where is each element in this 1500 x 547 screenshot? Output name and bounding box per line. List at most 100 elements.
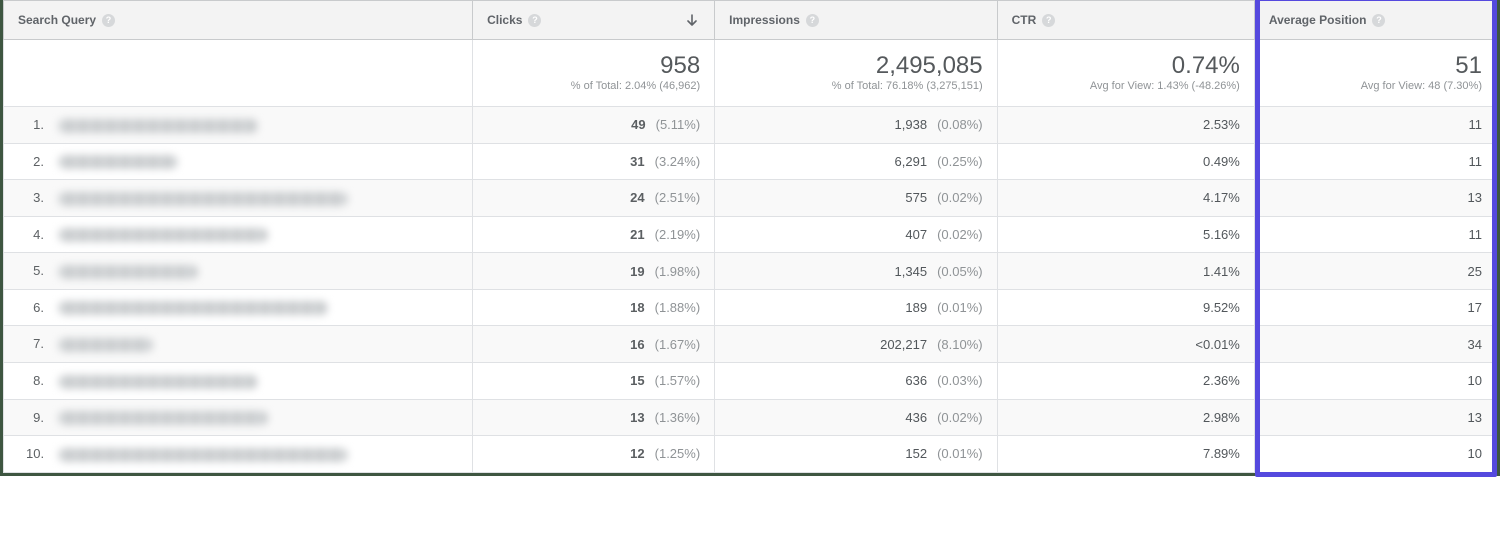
avg-position-value: 11: [1469, 227, 1483, 242]
avg-position-cell: 13: [1254, 180, 1496, 217]
query-cell[interactable]: 1.: [4, 107, 473, 144]
avg-position-value: 10: [1468, 373, 1482, 388]
help-icon[interactable]: ?: [102, 14, 115, 27]
clicks-pct: (1.36%): [655, 410, 701, 425]
clicks-cell: 21 (2.19%): [473, 216, 715, 253]
table-row[interactable]: 6. 18 (1.88%) 189 (0.01%) 9.52% 17: [4, 289, 1497, 326]
table-row[interactable]: 8.15(1.57%)636(0.03%)2.36%10: [4, 362, 1497, 399]
query-text-redacted: [58, 155, 178, 169]
query-cell[interactable]: 9.: [4, 399, 473, 436]
query-cell[interactable]: 6.: [4, 289, 473, 326]
avg-position-cell: 11: [1254, 216, 1496, 253]
impressions-cell: 1,938(0.08%): [715, 107, 997, 144]
avg-position-value: 11: [1469, 117, 1483, 132]
table-row[interactable]: 2.31(3.24%)6,291(0.25%)0.49%11: [4, 143, 1497, 180]
clicks-cell: 16(1.67%): [473, 326, 715, 363]
impressions-pct: (0.25%): [937, 154, 983, 169]
ctr-value: 2.36%: [1203, 373, 1240, 388]
clicks-pct: (1.67%): [655, 337, 701, 352]
row-index: 2.: [26, 154, 44, 169]
clicks-cell: 18 (1.88%): [473, 289, 715, 326]
impressions-cell: 202,217(8.10%): [715, 326, 997, 363]
clicks-value: 21: [630, 227, 644, 242]
ctr-cell: 2.53%: [997, 107, 1254, 144]
ctr-value: 2.98%: [1203, 410, 1240, 425]
query-text-redacted: [58, 119, 258, 133]
table-row[interactable]: 9.13(1.36%)436(0.02%)2.98%13: [4, 399, 1497, 436]
help-icon[interactable]: ?: [1372, 14, 1385, 27]
row-index: 1.: [26, 117, 44, 132]
table-row[interactable]: 3.24(2.51%)575(0.02%)4.17%13: [4, 180, 1497, 217]
help-icon[interactable]: ?: [528, 14, 541, 27]
summary-query-cell: [4, 40, 473, 107]
query-cell[interactable]: 3.: [4, 180, 473, 217]
clicks-value: 15: [630, 373, 644, 388]
avg-position-value: 13: [1468, 410, 1482, 425]
query-cell[interactable]: 10.: [4, 436, 473, 473]
column-header-impressions[interactable]: Impressions ?: [715, 1, 997, 40]
table-row[interactable]: 7. 16(1.67%)202,217(8.10%)<0.01%34: [4, 326, 1497, 363]
avg-position-cell: 17: [1254, 289, 1496, 326]
query-text-redacted: [58, 301, 328, 315]
ctr-value: 2.53%: [1203, 117, 1240, 132]
avg-position-value: 25: [1468, 264, 1482, 279]
query-text-redacted: [58, 228, 268, 242]
column-header-ctr[interactable]: CTR ?: [997, 1, 1254, 40]
summary-ctr: 0.74% Avg for View: 1.43% (-48.26%): [997, 40, 1254, 107]
impressions-pct: (0.01%): [937, 300, 983, 315]
row-index: 7.: [26, 336, 44, 351]
clicks-value: 49: [631, 117, 645, 132]
clicks-value: 18: [630, 300, 644, 315]
query-cell[interactable]: 7.: [4, 326, 473, 363]
row-index: 6.: [26, 300, 44, 315]
avg-position-cell: 34: [1254, 326, 1496, 363]
ctr-cell: <0.01%: [997, 326, 1254, 363]
summary-subtext: Avg for View: 1.43% (-48.26%): [1012, 80, 1240, 92]
impressions-cell: 1,345(0.05%): [715, 253, 997, 290]
clicks-pct: (1.98%): [655, 264, 701, 279]
impressions-pct: (0.02%): [937, 190, 983, 205]
sort-desc-icon: [686, 14, 698, 26]
clicks-pct: (1.88%): [655, 300, 701, 315]
ctr-value: 7.89%: [1203, 446, 1240, 461]
impressions-value: 189: [905, 300, 927, 315]
search-query-table: Search Query ? Clicks ?: [0, 0, 1500, 476]
ctr-cell: 4.17%: [997, 180, 1254, 217]
table-row[interactable]: 10.12(1.25%)152(0.01%)7.89%10: [4, 436, 1497, 473]
table-row[interactable]: 4.21(2.19%)407(0.02%)5.16%11: [4, 216, 1497, 253]
clicks-value: 19: [630, 264, 644, 279]
query-cell[interactable]: 8.: [4, 362, 473, 399]
avg-position-cell: 10: [1254, 436, 1496, 473]
avg-position-cell: 25: [1254, 253, 1496, 290]
impressions-value: 575: [905, 190, 927, 205]
query-cell[interactable]: 2.: [4, 143, 473, 180]
ctr-cell: 1.41%: [997, 253, 1254, 290]
column-header-avg-position[interactable]: Average Position ?: [1254, 1, 1496, 40]
impressions-cell: 6,291(0.25%): [715, 143, 997, 180]
summary-subtext: % of Total: 76.18% (3,275,151): [729, 80, 982, 92]
ctr-value: 9.52%: [1203, 300, 1240, 315]
ctr-value: 1.41%: [1203, 264, 1240, 279]
query-cell[interactable]: 5.: [4, 253, 473, 290]
impressions-pct: (0.02%): [937, 227, 983, 242]
column-header-search-query[interactable]: Search Query ?: [4, 1, 473, 40]
ctr-cell: 2.98%: [997, 399, 1254, 436]
table-row[interactable]: 1.49(5.11%)1,938(0.08%)2.53%11: [4, 107, 1497, 144]
help-icon[interactable]: ?: [1042, 14, 1055, 27]
impressions-value: 1,345: [895, 264, 928, 279]
summary-clicks: 958 % of Total: 2.04% (46,962): [473, 40, 715, 107]
clicks-pct: (2.19%): [655, 227, 701, 242]
impressions-cell: 189 (0.01%): [715, 289, 997, 326]
column-label: Impressions: [729, 13, 800, 27]
table-row[interactable]: 5. 19 (1.98%) 1,345(0.05%) 1.41% 25: [4, 253, 1497, 290]
help-icon[interactable]: ?: [806, 14, 819, 27]
column-header-clicks[interactable]: Clicks ?: [473, 1, 715, 40]
impressions-value: 636: [905, 373, 927, 388]
query-text-redacted: [58, 338, 153, 352]
impressions-pct: (0.08%): [937, 117, 983, 132]
clicks-cell: 31(3.24%): [473, 143, 715, 180]
query-cell[interactable]: 4.: [4, 216, 473, 253]
row-index: 4.: [26, 227, 44, 242]
impressions-value: 152: [905, 446, 927, 461]
clicks-value: 24: [630, 190, 644, 205]
